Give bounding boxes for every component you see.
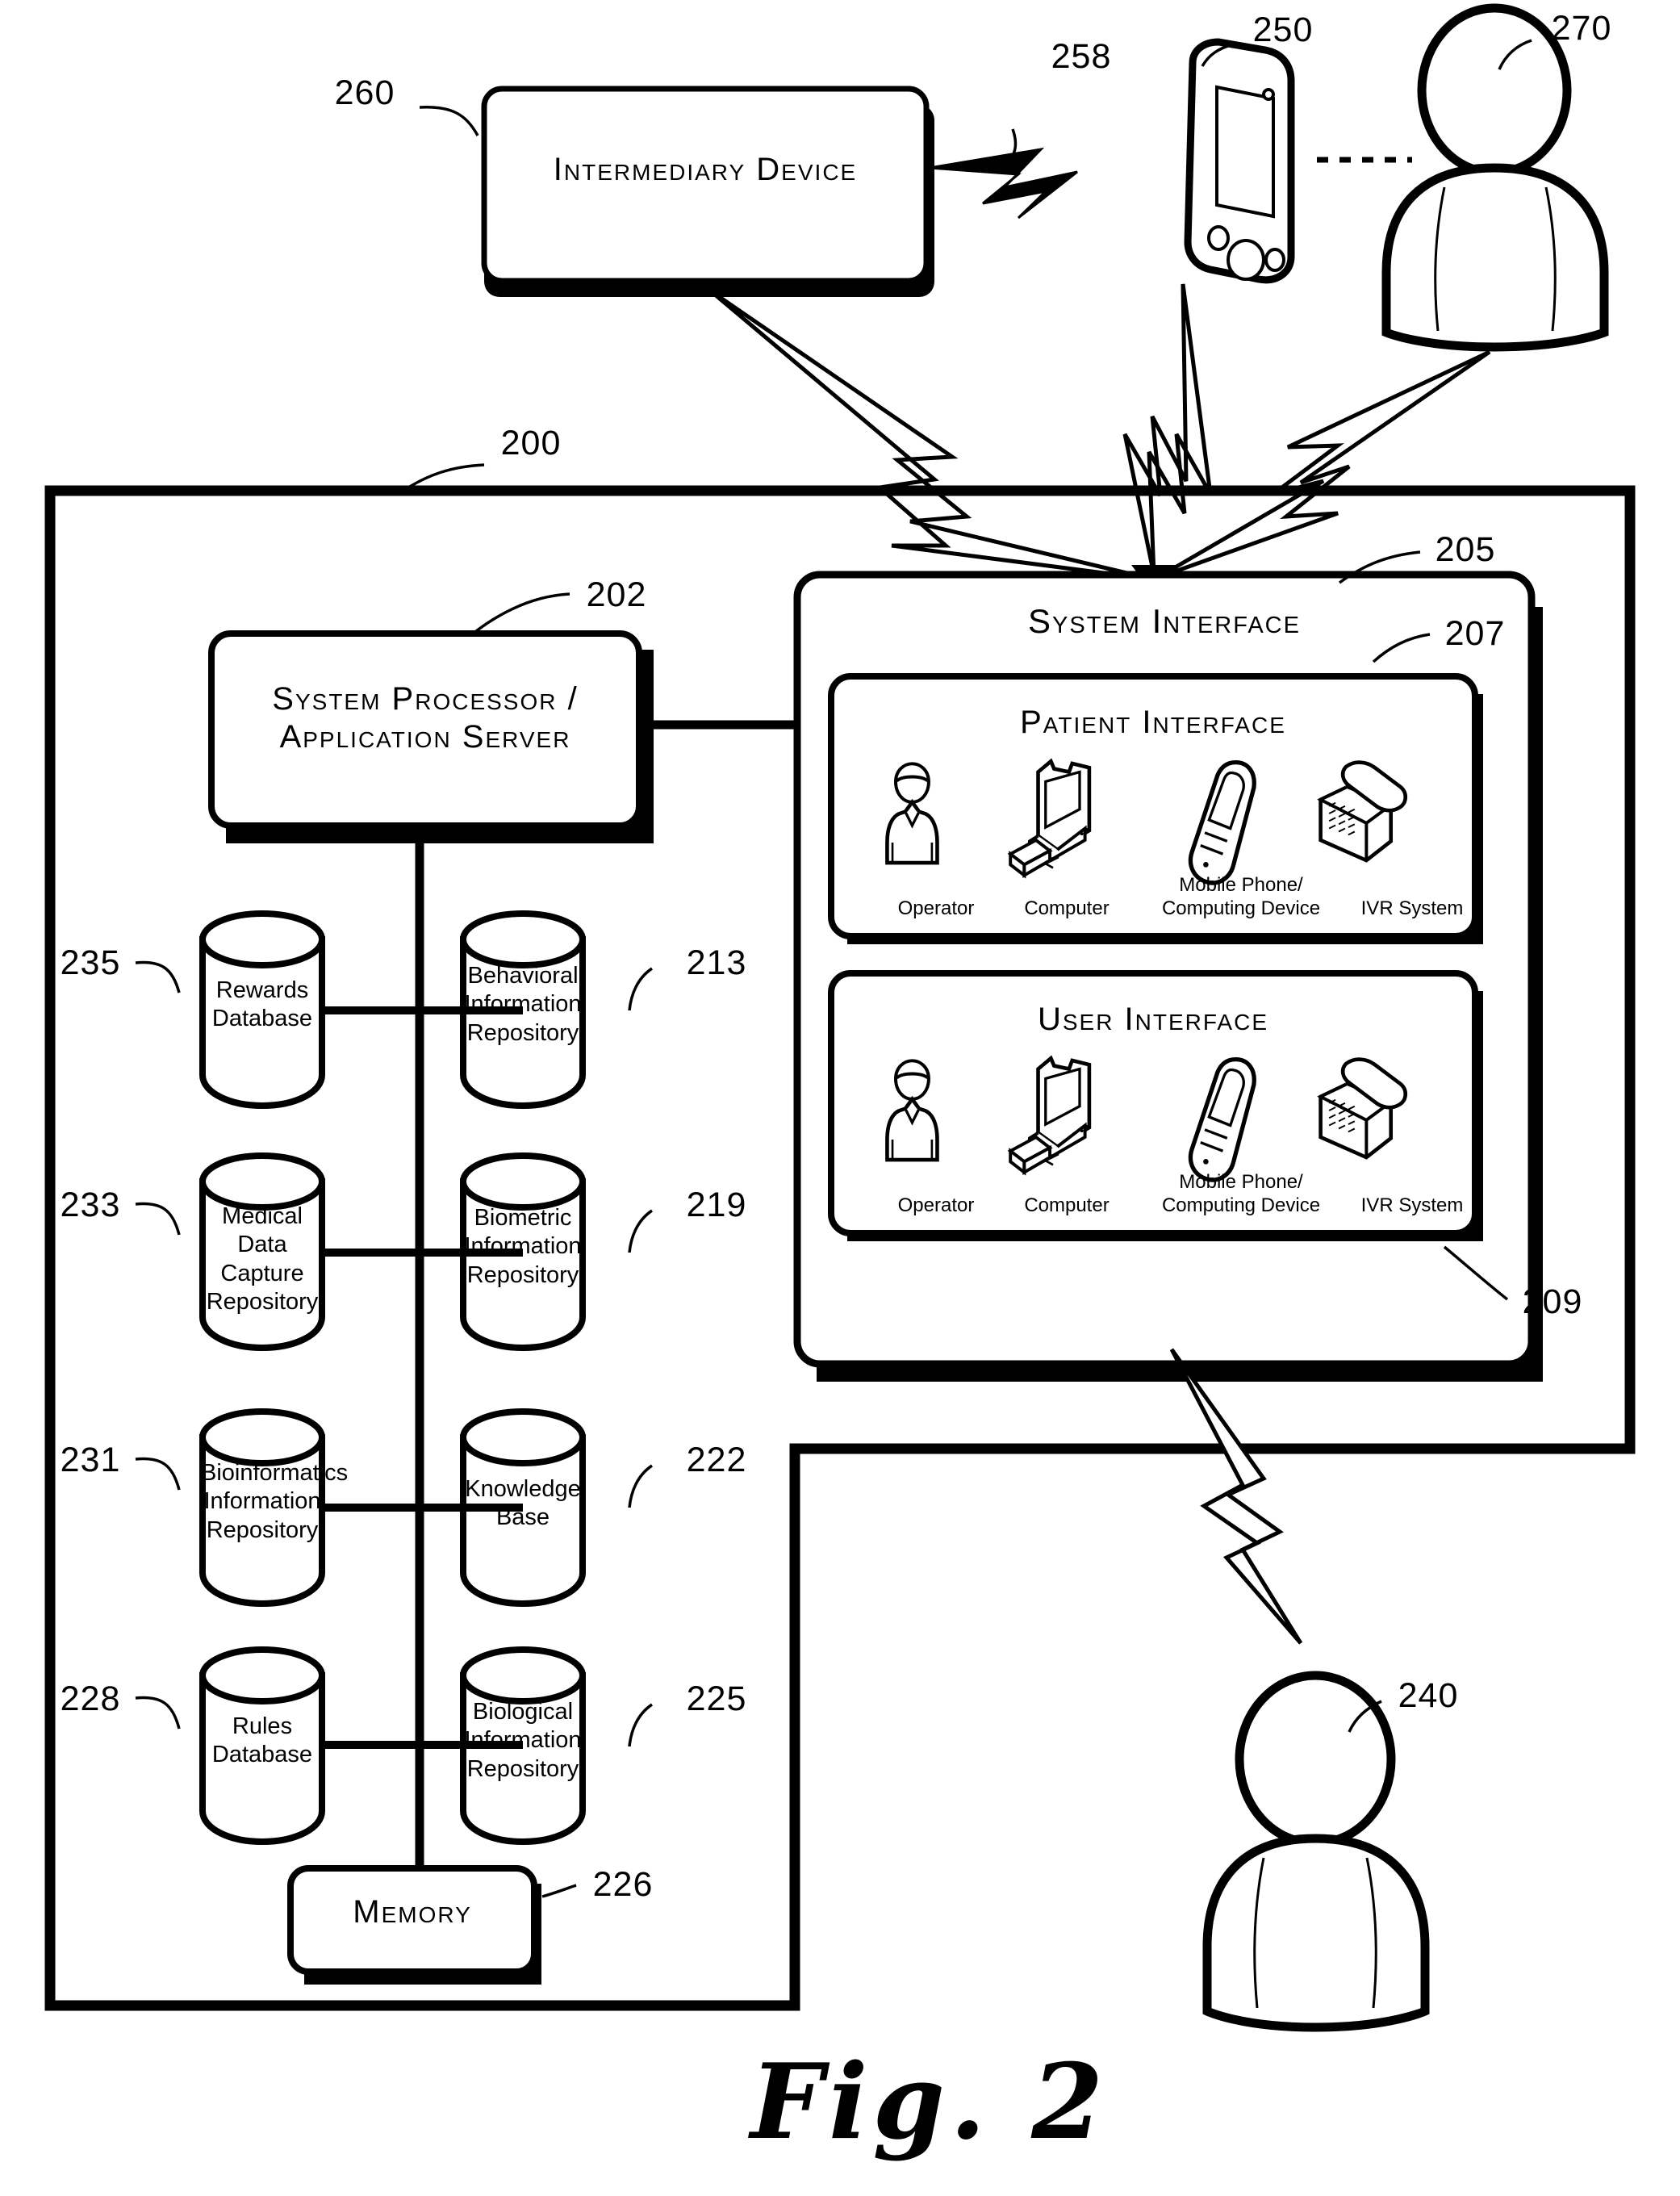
leader-226 [541,1884,577,1898]
ref-225: 225 [686,1679,747,1718]
bolt-system-to-person-240 [1169,1348,1303,1645]
ref-250: 250 [1252,10,1314,49]
user-device-label-ivr: IVR System [1360,1194,1464,1216]
leader-235 [135,960,181,993]
system-interface-box [793,571,1543,1382]
ref-240: 240 [1398,1676,1459,1715]
patient-device-label-mobile: Mobile Phone/ Computing Device [1161,874,1321,919]
leader-231 [135,1457,181,1491]
db-label-rewards: Rewards Database [211,977,313,1032]
user-device-label-operator: Operator [897,1194,975,1216]
ref-260: 260 [334,73,395,112]
leader-240 [1348,1700,1382,1733]
leader-250 [1201,43,1234,67]
bolt-mobile-to-system [1122,283,1213,575]
intermediary-device-label: Intermediary Device [553,152,858,187]
person-240 [1202,1671,1430,2032]
ref-219: 219 [686,1186,747,1224]
leader-270 [1498,39,1532,70]
patient-interface-icons [887,761,1405,883]
ref-235: 235 [60,943,121,982]
leader-213 [628,967,654,1011]
system-processor-label: System Processor / Application Server [272,681,579,755]
leader-222 [628,1464,654,1508]
ref-222: 222 [686,1441,747,1479]
ref-205: 205 [1435,530,1496,569]
patient-device-label-computer: Computer [1024,897,1110,919]
patient-device-label-ivr: IVR System [1360,897,1464,919]
leader-200 [403,463,485,492]
leader-233 [135,1202,181,1236]
db-label-biometric: Biometric Information Repository [464,1205,582,1288]
db-label-knowledge-base: Knowledge Base [465,1476,581,1531]
db-label-biological: Biological Information Repository [464,1699,582,1782]
ref-209: 209 [1522,1282,1583,1321]
figure-line-art [44,3,1636,2032]
user-device-label-computer: Computer [1024,1194,1110,1216]
leader-225 [628,1703,654,1747]
user-interface-label: User Interface [1037,1002,1269,1037]
intermediary-device-box [481,86,934,297]
leader-219 [628,1209,654,1253]
system-interface-label: System Interface [1028,602,1301,640]
ref-200: 200 [500,424,562,462]
mobile-device-250 [1184,38,1295,284]
ref-202: 202 [586,575,647,614]
convergence-arrow [1131,565,1180,597]
db-label-rules: Rules Database [211,1713,313,1768]
patient-interface-label: Patient Interface [1020,705,1286,740]
db-label-bioinformatics: Bioinformatics Information Repository [201,1460,349,1543]
leader-209 [1443,1245,1509,1301]
ref-228: 228 [60,1679,121,1718]
user-interface-icons [887,1058,1405,1180]
user-device-label-mobile: Mobile Phone/ Computing Device [1161,1171,1321,1216]
ref-231: 231 [60,1441,121,1479]
leader-260 [419,106,479,136]
bolt-intermediary-to-system [708,288,1155,582]
ref-258: 258 [1051,37,1112,76]
leader-228 [135,1696,181,1730]
db-label-behavioral: Behavioral Information Repository [464,963,582,1046]
ref-213: 213 [686,943,747,982]
db-label-medical-data-capture: Medical Data Capture Repository [206,1203,319,1316]
patent-figure-2: 260 258 250 270 200 202 205 207 209 226 … [0,0,1680,2196]
leader-258 [1005,128,1018,167]
ref-233: 233 [60,1186,121,1224]
leader-202 [474,592,570,633]
person-270 [1381,3,1609,352]
memory-label: Memory [353,1894,472,1930]
wireless-bolt-258 [929,147,1078,220]
figure-caption: Fig. 2 [750,2042,1109,2163]
ref-226: 226 [592,1865,654,1904]
ref-270: 270 [1551,9,1612,48]
patient-device-label-operator: Operator [897,897,975,919]
leader-205 [1338,550,1421,584]
